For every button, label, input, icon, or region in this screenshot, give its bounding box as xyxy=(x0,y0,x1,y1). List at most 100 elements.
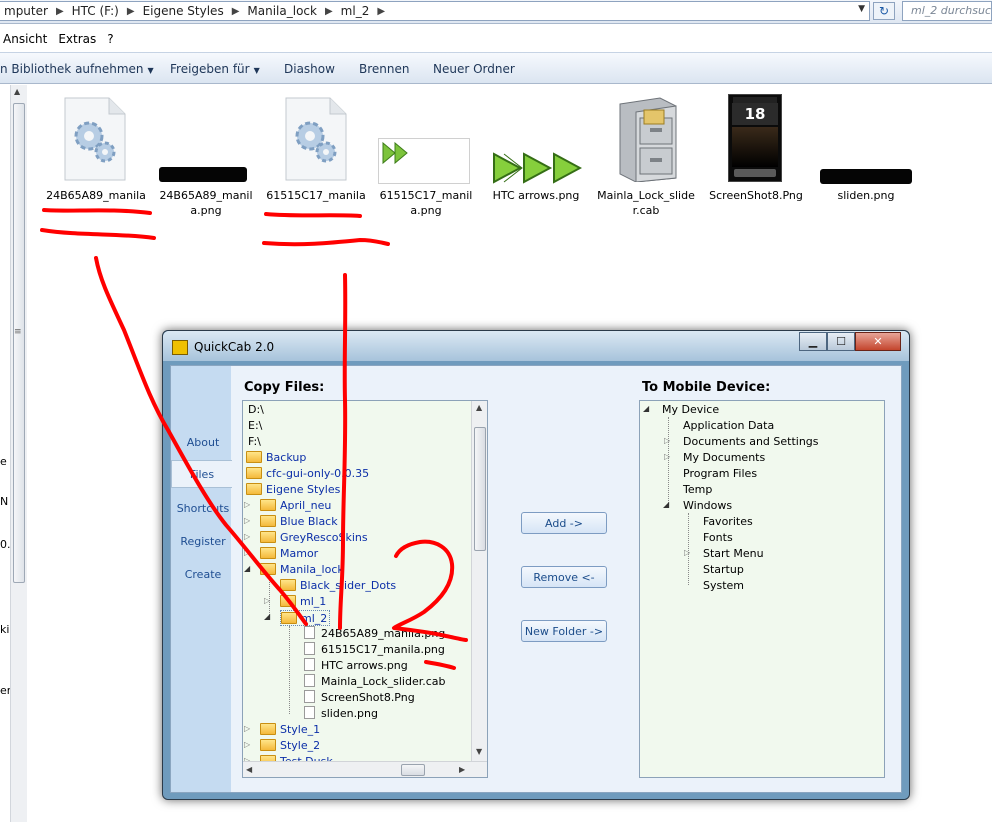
nav-scrollbar[interactable]: ▲ ≡ xyxy=(10,85,27,822)
file-item[interactable]: sliden.png xyxy=(816,94,916,206)
tab-register[interactable]: Register xyxy=(175,527,231,555)
tree-folder[interactable]: GreyRescoSkins xyxy=(260,530,368,546)
expand-icon[interactable]: ▷ xyxy=(244,516,250,525)
search-input[interactable]: ml_2 durchsuchen xyxy=(902,1,992,21)
tree-folder[interactable]: Black_slider_Dots xyxy=(280,578,396,594)
device-tree[interactable]: ◢ My Device Application Data ▷ Documents… xyxy=(639,400,885,778)
file-item[interactable]: 24B65A89_manila xyxy=(46,94,146,206)
scroll-right-icon[interactable]: ▶ xyxy=(459,765,465,774)
tree-file[interactable]: HTC arrows.png xyxy=(304,658,408,674)
scroll-up-icon[interactable]: ▲ xyxy=(14,87,20,96)
file-item[interactable]: 61515C17_manila xyxy=(264,94,368,206)
device-tree-item[interactable]: Favorites xyxy=(703,514,753,530)
expand-icon[interactable]: ▷ xyxy=(244,724,250,733)
scroll-down-icon[interactable]: ▼ xyxy=(476,747,482,756)
breadcrumb-eigene-styles[interactable]: Eigene Styles xyxy=(139,2,228,20)
tree-file[interactable]: ScreenShot8.Png xyxy=(304,690,415,706)
expand-icon[interactable]: ▷ xyxy=(684,548,690,557)
nav-fragment[interactable]: ki xyxy=(0,623,9,636)
tree-folder[interactable]: Backup xyxy=(246,450,306,466)
device-tree-item[interactable]: Start Menu xyxy=(703,546,764,562)
tree-file[interactable]: Mainla_Lock_slider.cab xyxy=(304,674,446,690)
remove-button[interactable]: Remove <- xyxy=(521,566,607,588)
breadcrumb-manila-lock[interactable]: Manila_lock xyxy=(243,2,321,20)
tree-folder[interactable]: April_neu xyxy=(260,498,331,514)
tree-folder[interactable]: Blue Black xyxy=(260,514,338,530)
maximize-button[interactable]: ☐ xyxy=(827,332,855,351)
collapse-icon[interactable]: ◢ xyxy=(663,500,669,509)
add-button[interactable]: Add -> xyxy=(521,512,607,534)
collapse-icon[interactable]: ◢ xyxy=(643,404,649,413)
device-tree-item[interactable]: Startup xyxy=(703,562,744,578)
menu-help[interactable]: ? xyxy=(104,32,121,46)
scroll-left-icon[interactable]: ◀ xyxy=(246,765,252,774)
share-button[interactable]: Freigeben für ▼ xyxy=(170,62,260,76)
expand-icon[interactable]: ▷ xyxy=(244,548,250,557)
new-folder-device-button[interactable]: New Folder -> xyxy=(521,620,607,642)
breadcrumb-separator-icon[interactable]: ▶ xyxy=(123,6,139,17)
file-item[interactable]: 18 29 ScreenShot8.Png xyxy=(706,94,806,206)
tree-folder[interactable]: cfc-gui-only-0.0.35 xyxy=(246,466,369,482)
device-tree-item[interactable]: Documents and Settings xyxy=(683,434,819,450)
file-item[interactable]: Mainla_Lock_slider.cab xyxy=(596,94,696,220)
breadcrumb-ml2[interactable]: ml_2 xyxy=(337,2,374,20)
copy-files-tree[interactable]: D:\ E:\ F:\ Backup cfc-gui-only-0.0.35 E… xyxy=(242,400,488,778)
expand-icon[interactable]: ▷ xyxy=(244,532,250,541)
tree-folder[interactable]: Manila_lock xyxy=(260,562,344,578)
nav-fragment[interactable]: N xyxy=(0,495,8,508)
breadcrumb-separator-icon[interactable]: ▶ xyxy=(52,6,68,17)
collapse-icon[interactable]: ◢ xyxy=(244,564,250,573)
device-tree-item[interactable]: Temp xyxy=(683,482,712,498)
expand-icon[interactable]: ▷ xyxy=(264,596,270,605)
tree-horizontal-scrollbar[interactable]: ◀ ▶ xyxy=(243,761,487,777)
device-tree-item[interactable]: Program Files xyxy=(683,466,757,482)
nav-fragment[interactable]: e xyxy=(0,455,7,468)
tree-folder[interactable]: ml_1 xyxy=(280,594,326,610)
breadcrumb-separator-icon[interactable]: ▶ xyxy=(373,6,389,17)
tree-folder[interactable]: Mamor xyxy=(260,546,318,562)
device-tree-item[interactable]: Windows xyxy=(683,498,732,514)
breadcrumb-htc-drive[interactable]: HTC (F:) xyxy=(68,2,123,20)
device-tree-item[interactable]: System xyxy=(703,578,744,594)
breadcrumb-separator-icon[interactable]: ▶ xyxy=(228,6,244,17)
address-history-dropdown-icon[interactable]: ▼ xyxy=(858,4,865,14)
tree-file[interactable]: 24B65A89_manila.png xyxy=(304,626,445,642)
tab-about[interactable]: About xyxy=(175,428,231,456)
tree-horizontal-thumb[interactable] xyxy=(401,764,425,776)
include-in-library-button[interactable]: n Bibliothek aufnehmen ▼ xyxy=(0,62,154,76)
quickcab-window[interactable]: QuickCab 2.0 ▁ ☐ ✕ About Files Shortcuts… xyxy=(162,330,910,800)
tree-vertical-thumb[interactable] xyxy=(474,427,486,551)
tab-files[interactable]: Files xyxy=(171,460,232,488)
tree-folder[interactable]: Style_2 xyxy=(260,738,320,754)
breadcrumb-separator-icon[interactable]: ▶ xyxy=(321,6,337,17)
device-tree-root[interactable]: My Device xyxy=(662,402,719,418)
tree-drive-d[interactable]: D:\ xyxy=(248,402,264,418)
file-item[interactable]: 61515C17_manila.png xyxy=(376,94,476,220)
tab-shortcuts[interactable]: Shortcuts xyxy=(175,494,231,522)
minimize-button[interactable]: ▁ xyxy=(799,332,827,351)
expand-icon[interactable]: ▷ xyxy=(664,436,670,445)
expand-icon[interactable]: ▷ xyxy=(244,740,250,749)
breadcrumb-computer[interactable]: mputer xyxy=(0,2,52,20)
tree-folder-selected[interactable]: ml_2 xyxy=(280,610,331,626)
file-item[interactable]: HTC arrows.png xyxy=(486,94,586,206)
nav-scrollbar-thumb[interactable] xyxy=(13,103,25,583)
device-tree-item[interactable]: Application Data xyxy=(683,418,774,434)
burn-button[interactable]: Brennen xyxy=(359,62,409,76)
file-item[interactable]: 24B65A89_manila.png xyxy=(155,94,257,220)
device-tree-item[interactable]: My Documents xyxy=(683,450,765,466)
scroll-up-icon[interactable]: ▲ xyxy=(476,403,482,412)
tree-file[interactable]: sliden.png xyxy=(304,706,378,722)
expand-icon[interactable]: ▷ xyxy=(244,500,250,509)
tab-create[interactable]: Create xyxy=(175,560,231,588)
breadcrumb[interactable]: mputer ▶ HTC (F:) ▶ Eigene Styles ▶ Mani… xyxy=(0,1,870,21)
new-folder-button[interactable]: Neuer Ordner xyxy=(433,62,515,76)
close-button[interactable]: ✕ xyxy=(855,332,901,351)
expand-icon[interactable]: ▷ xyxy=(664,452,670,461)
slideshow-button[interactable]: Diashow xyxy=(284,62,335,76)
tree-file[interactable]: 61515C17_manila.png xyxy=(304,642,445,658)
refresh-button[interactable]: ↻ xyxy=(873,2,895,20)
tree-folder[interactable]: Eigene Styles xyxy=(246,482,340,498)
tree-folder[interactable]: Style_1 xyxy=(260,722,320,738)
device-tree-item[interactable]: Fonts xyxy=(703,530,733,546)
